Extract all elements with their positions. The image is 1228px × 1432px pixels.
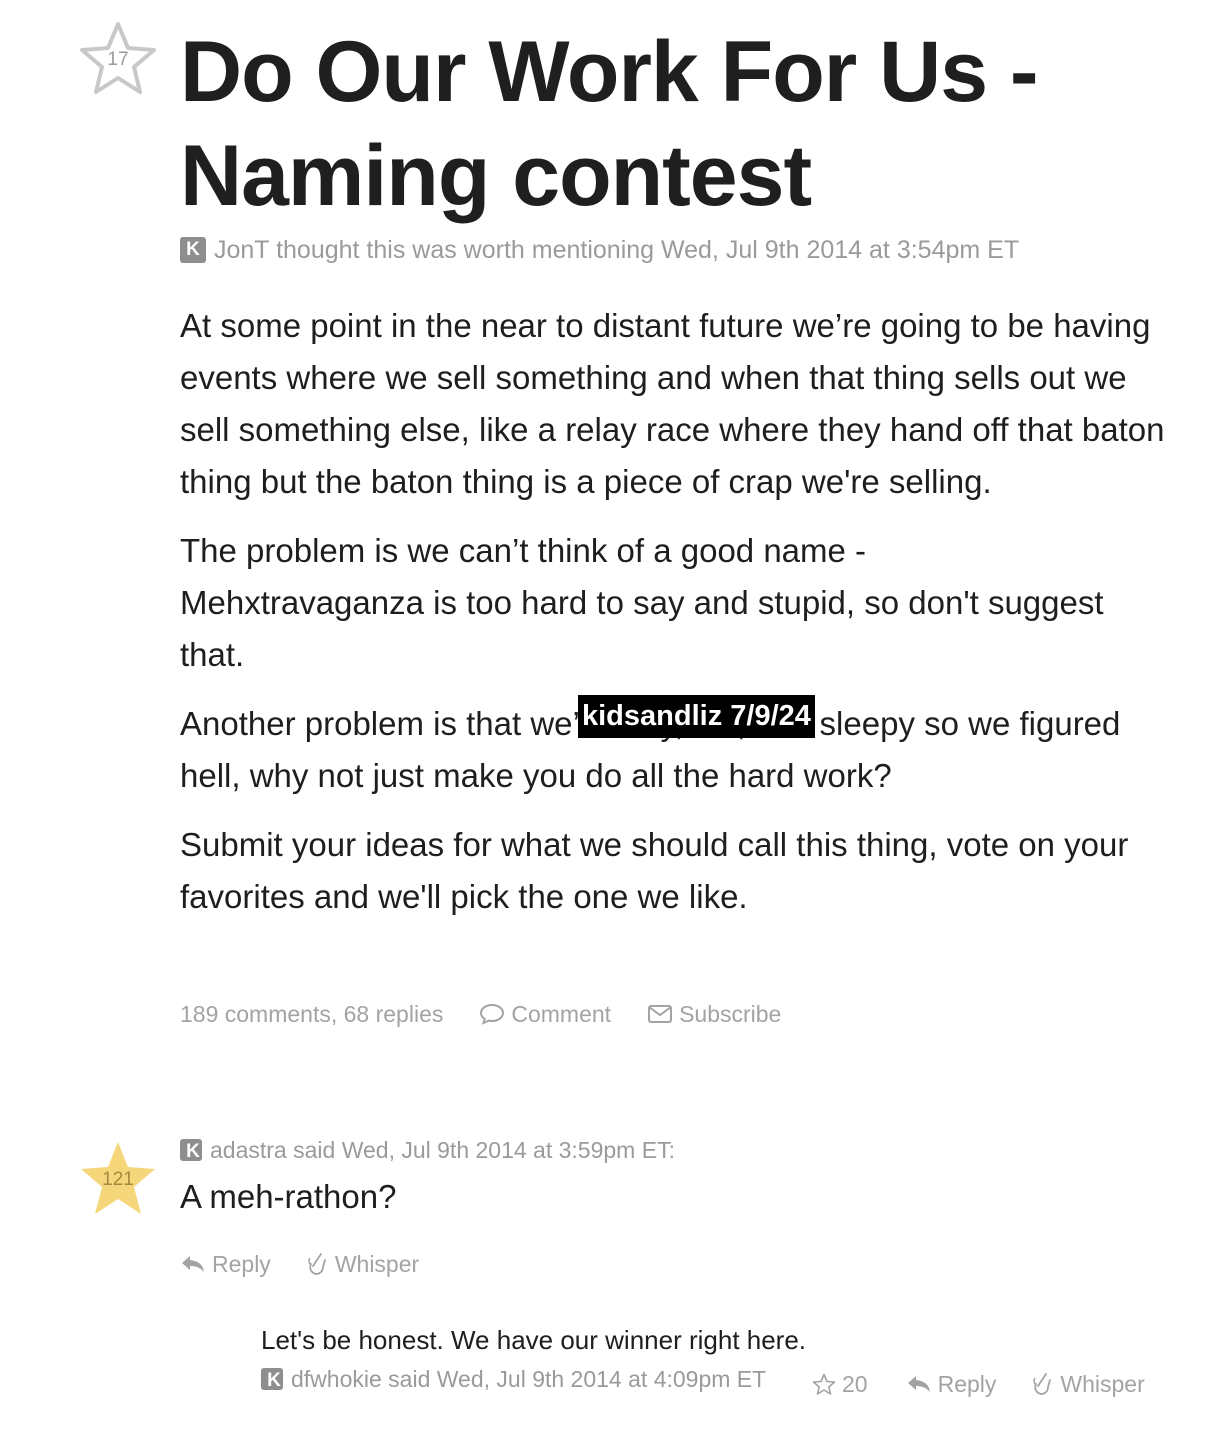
reply-meta-text: dfwhokie said Wed, Jul 9th 2014 at 4:09p… xyxy=(291,1365,767,1392)
page-title: Do Our Work For Us - Naming contest xyxy=(180,24,1039,224)
reply-whisper-label: Whisper xyxy=(1060,1370,1145,1397)
comment-body: A meh-rathon? xyxy=(180,1178,397,1215)
comment-button[interactable]: Comment xyxy=(479,1001,611,1028)
post-star-button[interactable]: 17 xyxy=(78,20,158,100)
reply-reply-button[interactable]: Reply xyxy=(906,1370,997,1398)
reply-arrow-icon xyxy=(182,1256,204,1272)
whisper-hand-icon xyxy=(1033,1373,1052,1395)
whisper-label: Whisper xyxy=(334,1250,420,1277)
k-badge-icon xyxy=(180,1139,206,1165)
post-paragraph: The problem is we can’t think of a good … xyxy=(180,532,1104,673)
post-body: At some point in the near to distant fut… xyxy=(180,300,1180,940)
comment-meta: adastra said Wed, Jul 9th 2014 at 3:59pm… xyxy=(180,1135,675,1165)
comment-meta-text: adastra said Wed, Jul 9th 2014 at 3:59pm… xyxy=(210,1136,675,1163)
reply-button[interactable]: Reply xyxy=(180,1251,271,1278)
post-meta: JonT thought this was worth mentioning W… xyxy=(180,234,1019,266)
reply-actions: 20 Reply Whisper xyxy=(812,1368,1145,1400)
subscribe-label: Subscribe xyxy=(679,1000,782,1027)
comment-actions: Reply Whisper xyxy=(180,1248,419,1280)
k-badge-icon xyxy=(261,1368,287,1394)
post-meta-text: JonT thought this was worth mentioning W… xyxy=(214,235,1020,264)
subscribe-button[interactable]: Subscribe xyxy=(647,1001,781,1028)
comment-star-button[interactable]: 121 xyxy=(78,1140,158,1220)
reply-star-count: 20 xyxy=(842,1370,868,1397)
k-badge-icon xyxy=(180,237,206,263)
reply-reply-label: Reply xyxy=(937,1370,997,1397)
reply-body: Let's be honest. We have our winner righ… xyxy=(261,1325,807,1355)
post-paragraph: Submit your ideas for what we should cal… xyxy=(180,826,1129,915)
comment-label: Comment xyxy=(511,1000,612,1027)
speech-bubble-icon xyxy=(480,1003,505,1025)
reply-whisper-button[interactable]: Whisper xyxy=(1032,1370,1145,1398)
whisper-hand-icon xyxy=(308,1253,326,1275)
post-actions: 189 comments, 68 replies Comment Subscri… xyxy=(180,998,781,1030)
reply-star-button[interactable]: 20 xyxy=(812,1371,868,1398)
post-star-count: 17 xyxy=(107,49,129,70)
reply-label: Reply xyxy=(212,1250,271,1277)
reply-meta: dfwhokie said Wed, Jul 9th 2014 at 4:09p… xyxy=(261,1364,766,1394)
envelope-icon xyxy=(648,1005,673,1023)
comment-star-count: 121 xyxy=(102,1169,134,1190)
whisper-button[interactable]: Whisper xyxy=(307,1251,419,1278)
reply-arrow-icon xyxy=(907,1376,930,1392)
comment-count[interactable]: 189 comments, 68 replies xyxy=(180,1001,443,1028)
watermark-label: kidsandliz 7/9/24 xyxy=(578,695,815,738)
post-paragraph: At some point in the near to distant fut… xyxy=(180,307,1165,500)
star-outline-icon xyxy=(812,1373,836,1395)
